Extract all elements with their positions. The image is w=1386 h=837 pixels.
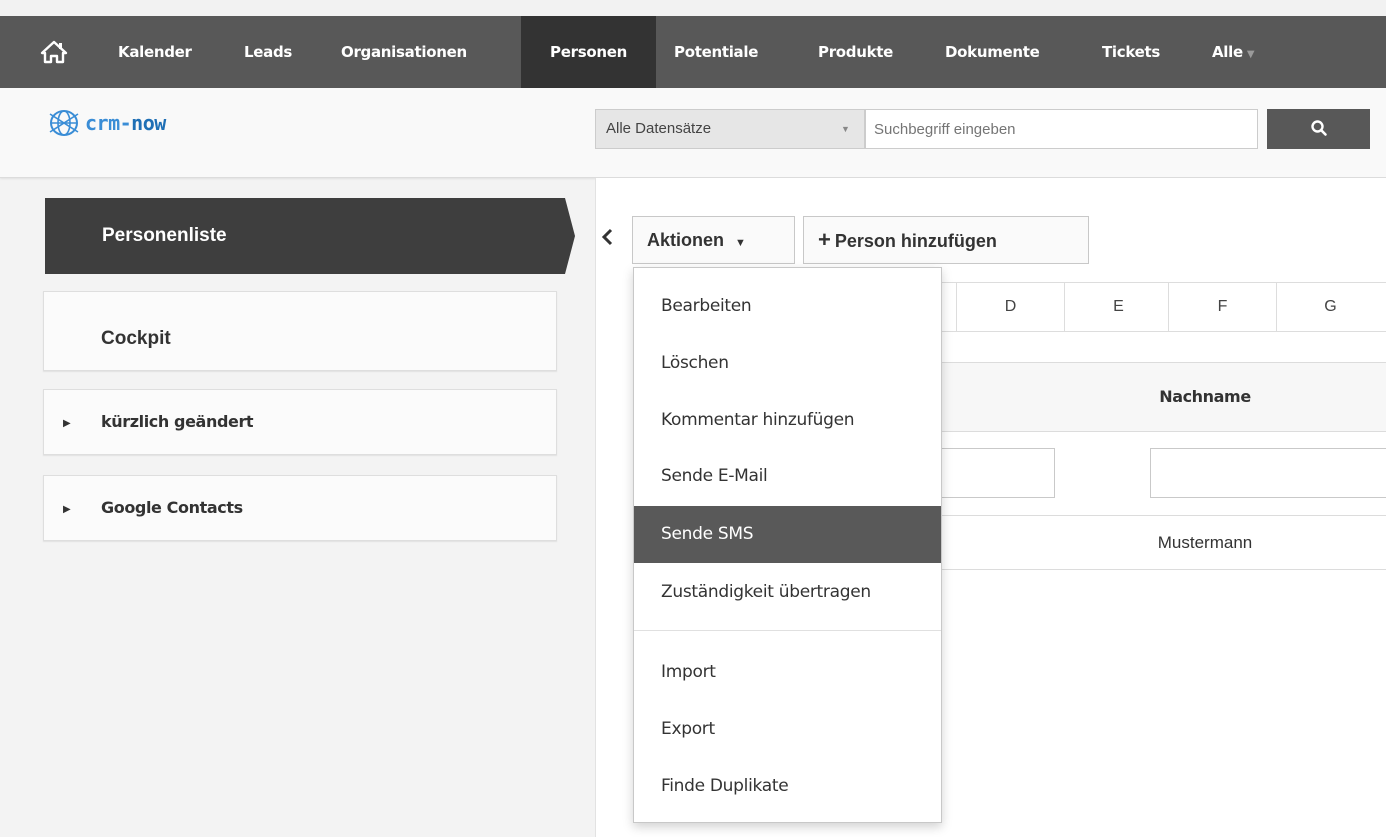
nav-item-personen[interactable]: Personen: [521, 16, 656, 88]
sidebar-section-label: Google Contacts: [101, 498, 243, 517]
sidebar-section-kuerzlich-geaendert[interactable]: ▶ kürzlich geändert: [43, 389, 557, 455]
alphabet-letter-d[interactable]: D: [956, 283, 1064, 331]
menu-item-sende-sms[interactable]: Sende SMS: [634, 506, 941, 563]
menu-item-finde-duplikate[interactable]: Finde Duplikate: [634, 758, 941, 814]
menu-item-export[interactable]: Export: [634, 701, 941, 757]
column-header-nachname[interactable]: Nachname: [1100, 362, 1310, 432]
search-scope-select[interactable]: Alle Datensätze ▼: [595, 109, 865, 149]
logo-text: crm-now: [85, 111, 166, 135]
search-icon: [1310, 119, 1327, 136]
plus-icon: +: [818, 227, 831, 252]
actions-button[interactable]: Aktionen ▼: [632, 216, 795, 264]
sidebar-item-cockpit[interactable]: Cockpit: [43, 291, 557, 371]
actions-button-label: Aktionen: [647, 230, 725, 250]
logo[interactable]: crm-now: [47, 108, 166, 138]
add-person-label: Person hinzufügen: [834, 231, 997, 251]
caret-down-icon: ▼: [735, 237, 746, 249]
search-scope-value: Alle Datensätze: [606, 120, 712, 137]
table-cell-nachname[interactable]: Mustermann: [1100, 516, 1310, 570]
caret-down-icon: ▼: [1246, 49, 1255, 60]
menu-item-bearbeiten[interactable]: Bearbeiten: [634, 278, 941, 334]
main-navigation: Kalender Leads Organisationen Personen P…: [0, 16, 1386, 88]
menu-item-loeschen[interactable]: Löschen: [634, 335, 941, 391]
nav-item-alle[interactable]: Alle ▼: [1194, 16, 1272, 88]
triangle-right-icon: ▶: [63, 418, 71, 429]
sidebar-section-google-contacts[interactable]: ▶ Google Contacts: [43, 475, 557, 541]
nav-item-potentiale[interactable]: Potentiale: [656, 16, 776, 88]
actions-dropdown-menu: Bearbeiten Löschen Kommentar hinzufügen …: [633, 267, 942, 823]
nav-item-kalender[interactable]: Kalender: [98, 16, 212, 88]
sidebar-item-label: Personenliste: [102, 225, 227, 246]
filter-input[interactable]: [930, 448, 1055, 498]
alphabet-letter-g[interactable]: G: [1276, 283, 1384, 331]
nav-item-organisationen[interactable]: Organisationen: [321, 16, 487, 88]
collapse-sidebar-icon[interactable]: [600, 227, 614, 247]
menu-item-kommentar-hinzufuegen[interactable]: Kommentar hinzufügen: [634, 392, 941, 448]
sidebar-item-label: Cockpit: [101, 328, 171, 349]
alphabet-letter-f[interactable]: F: [1168, 283, 1276, 331]
nav-item-produkte[interactable]: Produkte: [800, 16, 911, 88]
triangle-right-icon: ▶: [63, 504, 71, 515]
nav-item-tickets[interactable]: Tickets: [1084, 16, 1178, 88]
menu-item-zustaendigkeit-uebertragen[interactable]: Zuständigkeit übertragen: [634, 564, 941, 620]
logo-text-crm: crm-: [85, 111, 132, 135]
home-icon[interactable]: [40, 40, 68, 64]
header-bar: crm-now Alle Datensätze ▼: [0, 88, 1386, 178]
alphabet-letter-e[interactable]: E: [1064, 283, 1172, 331]
menu-item-import[interactable]: Import: [634, 644, 941, 700]
nav-item-alle-label: Alle: [1212, 43, 1243, 61]
logo-text-now: now: [131, 111, 166, 135]
nav-item-leads[interactable]: Leads: [224, 16, 312, 88]
chevron-down-icon: ▼: [841, 124, 850, 134]
menu-item-sende-email[interactable]: Sende E-Mail: [634, 448, 941, 504]
menu-divider: [634, 630, 941, 631]
nav-item-dokumente[interactable]: Dokumente: [927, 16, 1058, 88]
globe-logo-icon: [49, 110, 79, 136]
sidebar-item-personenliste[interactable]: Personenliste: [45, 198, 575, 274]
filter-input-nachname[interactable]: [1150, 448, 1386, 498]
search-input[interactable]: [865, 109, 1258, 149]
browser-bookmark-strip: [0, 0, 1386, 16]
sidebar-section-label: kürzlich geändert: [101, 412, 254, 431]
add-person-button[interactable]: + Person hinzufügen: [803, 216, 1089, 264]
search-button[interactable]: [1267, 109, 1370, 149]
